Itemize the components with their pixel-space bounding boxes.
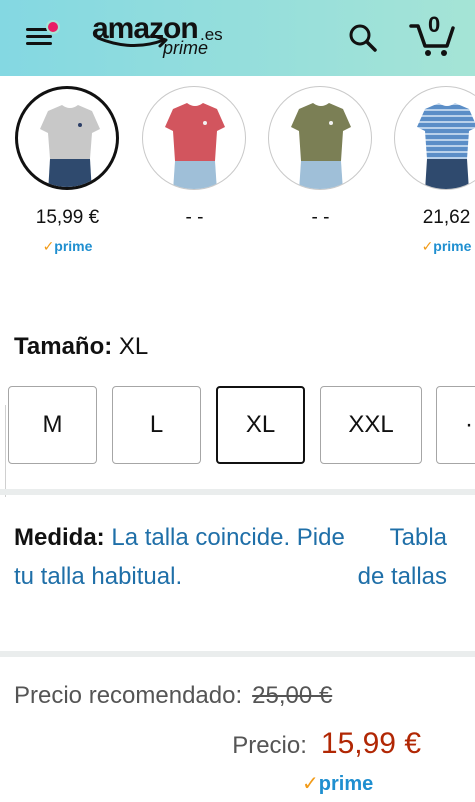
- size-options[interactable]: M L XL XXL ·: [0, 385, 475, 467]
- prime-badge: ✓prime: [302, 771, 373, 796]
- search-icon: [349, 24, 377, 52]
- product-thumbnail: [394, 86, 475, 190]
- logo-smile-icon: [96, 35, 168, 48]
- menu-button[interactable]: [26, 20, 60, 52]
- swatch-price: 15,99 €: [35, 207, 100, 228]
- prime-badge: ✓prime: [42, 238, 93, 254]
- cart-button[interactable]: 0: [408, 12, 458, 58]
- size-option-next[interactable]: ·: [436, 386, 475, 464]
- size-selected-value: XL: [118, 333, 149, 360]
- recommended-price-value: 25,00 €: [252, 682, 333, 709]
- prime-label: prime: [318, 773, 374, 795]
- section-divider: [0, 489, 475, 495]
- color-swatch-blue-stripe[interactable]: 21,62 ✓prime: [389, 86, 475, 256]
- menu-icon: [26, 28, 48, 31]
- price-label: Precio:: [232, 732, 307, 759]
- recommended-price-row: Precio recomendado: 25,00 €: [14, 682, 332, 710]
- swatch-price: - -: [311, 207, 330, 228]
- menu-icon-bar: [26, 42, 52, 45]
- size-label: Tamaño:: [14, 333, 113, 360]
- price-row: Precio: 15,99 €: [232, 727, 421, 761]
- color-swatch-olive[interactable]: - -: [263, 86, 373, 256]
- fit-label: Medida:: [14, 524, 105, 551]
- section-divider: [0, 651, 475, 657]
- fit-info: Medida: La talla coincide. Pide tu talla…: [14, 518, 354, 596]
- menu-icon-bar: [26, 35, 52, 38]
- product-thumbnail: [142, 86, 246, 190]
- swatch-price: 21,62: [422, 207, 471, 228]
- current-price: 15,99 €: [320, 727, 421, 760]
- prime-badge: ✓prime: [421, 238, 472, 254]
- check-icon: ✓: [421, 238, 434, 254]
- swatch-price: - -: [185, 207, 204, 228]
- size-option-xxl[interactable]: XXL: [320, 386, 422, 464]
- logo-prime: prime: [163, 38, 209, 58]
- size-option-xl[interactable]: XL: [216, 386, 305, 464]
- color-swatch-red[interactable]: - -: [137, 86, 247, 256]
- product-thumbnail: [15, 86, 119, 190]
- color-swatch-grey[interactable]: 15,99 € ✓prime: [10, 86, 120, 256]
- check-icon: ✓: [42, 238, 55, 254]
- size-option-m[interactable]: M: [8, 386, 97, 464]
- search-button[interactable]: [347, 22, 379, 54]
- size-chart-link[interactable]: Tabla de tallas: [357, 518, 447, 596]
- recommended-price-label: Precio recomendado:: [14, 682, 243, 709]
- color-swatch-carousel[interactable]: 15,99 € ✓prime - - - - 21,62 ✓prime: [0, 76, 475, 276]
- amazon-prime-logo[interactable]: amazon .es prime: [92, 12, 232, 64]
- size-heading: Tamaño: XL: [14, 333, 148, 361]
- size-option-l[interactable]: L: [112, 386, 201, 464]
- check-icon: ✓: [302, 773, 319, 795]
- product-thumbnail: [268, 86, 372, 190]
- top-header: amazon .es prime 0: [0, 0, 475, 76]
- cart-count: 0: [428, 12, 441, 37]
- notification-dot: [46, 20, 60, 34]
